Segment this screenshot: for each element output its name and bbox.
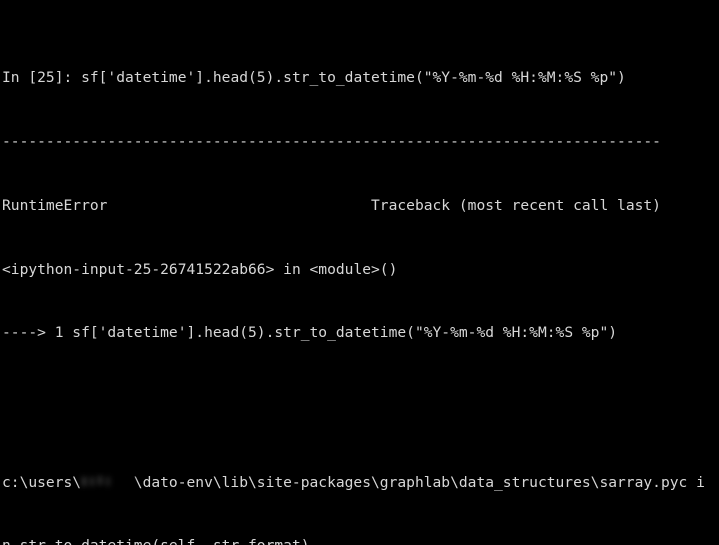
- console-line-frame1-path: c:\users\ \dato-env\lib\site-packages\gra…: [2, 472, 719, 493]
- console-line-separator: ----------------------------------------…: [2, 132, 661, 150]
- console-line-error-header: RuntimeError Traceback (most recent call…: [2, 196, 661, 214]
- console-line-frame1-path-wrap: n str_to_datetime(self, str_format): [2, 535, 719, 545]
- console-line-cell-ref: <ipython-input-25-26741522ab66> in <modu…: [2, 260, 398, 278]
- redacted-username-icon: [81, 475, 134, 488]
- console-line-input-prompt: In [25]: sf['datetime'].head(5).str_to_d…: [2, 68, 626, 86]
- frame1-path-prefix: c:\users\: [2, 473, 82, 491]
- console-line-blank-1: [2, 386, 719, 407]
- console-line-cell-source: ----> 1 sf['datetime'].head(5).str_to_da…: [2, 324, 618, 342]
- terminal-console[interactable]: In [25]: sf['datetime'].head(5).str_to_d…: [0, 0, 719, 545]
- frame1-path-suffix: \dato-env\lib\site-packages\graphlab\dat…: [133, 473, 705, 491]
